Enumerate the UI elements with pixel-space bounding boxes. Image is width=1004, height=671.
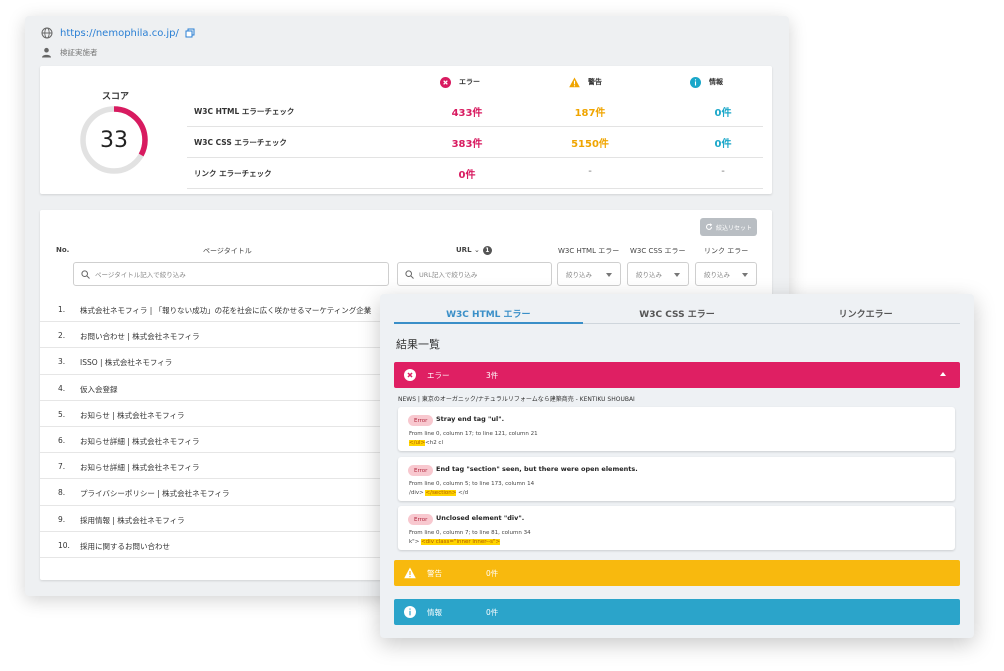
error-item: Error End tag "section" seen, but there … bbox=[398, 457, 955, 501]
info-circle-icon bbox=[690, 76, 701, 88]
copy-icon[interactable] bbox=[185, 28, 195, 38]
error-section-bar[interactable]: エラー 3件 bbox=[394, 362, 960, 388]
error-circle-icon bbox=[440, 76, 451, 88]
warning-section-count: 0件 bbox=[486, 568, 499, 578]
detail-window: W3C HTML エラー W3C CSS エラー リンクエラー 結果一覧 エラー… bbox=[380, 294, 974, 638]
warning-triangle-icon bbox=[569, 76, 580, 87]
error-tag: Error bbox=[408, 514, 434, 525]
user-row: 検証実施者 bbox=[41, 45, 98, 59]
tab-link-error[interactable]: リンクエラー bbox=[771, 302, 960, 323]
error-column-header: エラー bbox=[440, 75, 480, 89]
results-title: 結果一覧 bbox=[396, 338, 440, 351]
error-message: Stray end tag "ul". bbox=[436, 415, 505, 423]
page-name: NEWS | 東京のオーガニック/ナチュラルリフォームなら建築商売 - KENT… bbox=[398, 396, 635, 403]
tab-w3c-html[interactable]: W3C HTML エラー bbox=[394, 302, 583, 324]
score-row-link: リンク エラーチェック 0件 - - bbox=[187, 158, 763, 189]
col-css-errors: W3C CSS エラー bbox=[630, 247, 686, 255]
site-url-link[interactable]: https://nemophila.co.jp/ bbox=[60, 28, 179, 39]
title-filter-input[interactable]: ページタイトル記入で絞り込み bbox=[73, 262, 389, 286]
dropdown-caret-icon bbox=[674, 273, 680, 277]
error-circle-icon bbox=[404, 369, 416, 381]
error-location: From line 0, column 17; to line 121, col… bbox=[409, 431, 538, 437]
link-error-filter-select[interactable]: 絞り込み bbox=[695, 262, 757, 286]
error-item: Error Unclosed element "div". From line … bbox=[398, 506, 955, 550]
sort-chevron-icon: ⌄ bbox=[473, 246, 480, 254]
score-card: スコア 33 エラー 警告 情報 W3C HTML エラーチェック 433件 1… bbox=[40, 66, 772, 194]
url-filter-input[interactable]: URL記入で絞り込み bbox=[397, 262, 552, 286]
search-icon bbox=[405, 269, 414, 279]
error-tag: Error bbox=[408, 465, 434, 476]
search-icon bbox=[81, 269, 90, 279]
info-section-label: 情報 bbox=[427, 607, 442, 617]
error-tag: Error bbox=[408, 415, 434, 426]
warning-section-bar[interactable]: 警告 0件 bbox=[394, 560, 960, 586]
error-code: k"> <div class="inner inner--s"> bbox=[409, 539, 501, 545]
score-title: スコア bbox=[102, 92, 130, 102]
col-page-title: ページタイトル bbox=[203, 247, 252, 255]
error-message: End tag "section" seen, but there were o… bbox=[436, 465, 638, 473]
warning-column-header: 警告 bbox=[569, 75, 602, 89]
css-error-filter-select[interactable]: 絞り込み bbox=[627, 262, 689, 286]
info-column-header: 情報 bbox=[690, 75, 723, 89]
info-section-count: 0件 bbox=[486, 607, 499, 617]
info-circle-icon bbox=[404, 606, 416, 618]
user-name: 検証実施者 bbox=[60, 47, 98, 57]
filter-reset-button[interactable]: 絞込リセット bbox=[700, 218, 757, 236]
col-link-errors: リンク エラー bbox=[704, 247, 749, 255]
error-code: /div> </section> </d bbox=[409, 490, 469, 496]
html-error-filter-select[interactable]: 絞り込み bbox=[557, 262, 621, 286]
score-row-html: W3C HTML エラーチェック 433件 187件 0件 bbox=[187, 96, 763, 127]
tab-w3c-css[interactable]: W3C CSS エラー bbox=[583, 302, 772, 323]
info-section-bar[interactable]: 情報 0件 bbox=[394, 599, 960, 625]
col-html-errors: W3C HTML エラー bbox=[558, 247, 620, 255]
dropdown-caret-icon bbox=[606, 273, 612, 277]
error-location: From line 0, column 7; to line 81, colum… bbox=[409, 530, 531, 536]
score-row-css: W3C CSS エラーチェック 383件 5150件 0件 bbox=[187, 127, 763, 158]
collapse-chevron-icon[interactable] bbox=[940, 372, 946, 376]
error-section-label: エラー bbox=[427, 370, 450, 380]
error-location: From line 0, column 5; to line 173, colu… bbox=[409, 481, 535, 487]
error-code: </ul><h2 cl bbox=[409, 440, 443, 446]
warning-section-label: 警告 bbox=[427, 568, 442, 578]
dropdown-caret-icon bbox=[742, 273, 748, 277]
site-url-row[interactable]: https://nemophila.co.jp/ bbox=[41, 25, 195, 41]
error-section-count: 3件 bbox=[486, 370, 499, 380]
error-item: Error Stray end tag "ul". From line 0, c… bbox=[398, 407, 955, 451]
col-no: No. bbox=[56, 246, 70, 254]
score-value: 33 bbox=[100, 127, 128, 153]
error-message: Unclosed element "div". bbox=[436, 514, 525, 522]
warning-triangle-icon bbox=[404, 567, 416, 579]
refresh-icon bbox=[706, 223, 713, 230]
globe-icon bbox=[41, 27, 53, 39]
person-icon bbox=[42, 47, 51, 57]
col-url[interactable]: URL ⌄ 1 bbox=[456, 246, 492, 255]
sort-order-badge: 1 bbox=[482, 246, 492, 255]
detail-tabs: W3C HTML エラー W3C CSS エラー リンクエラー bbox=[394, 302, 960, 324]
